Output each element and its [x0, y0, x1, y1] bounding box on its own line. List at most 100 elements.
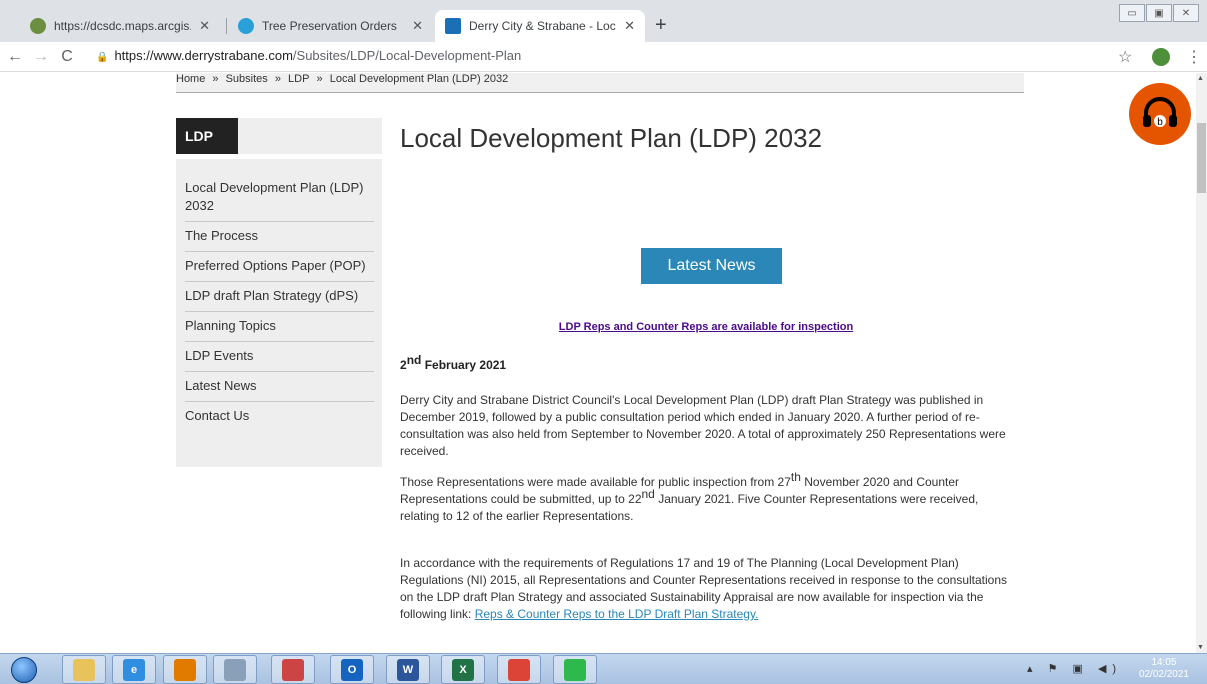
back-icon[interactable]: ←	[4, 48, 26, 66]
latest-news-button[interactable]: Latest News	[641, 248, 782, 284]
breadcrumb-ldp[interactable]: LDP	[288, 73, 309, 85]
clock-date: 02/02/2021	[1138, 669, 1189, 680]
tab-title: https://dcsdc.maps.arcgis.com/ap	[54, 19, 191, 33]
close-tab-icon[interactable]: ✕	[624, 18, 635, 34]
outlook-icon: O	[341, 658, 363, 681]
tab-title: Derry City & Strabane - Local De	[469, 19, 616, 33]
taskbar-app-button[interactable]	[497, 655, 541, 684]
taskbar-app-button[interactable]	[62, 655, 106, 684]
minimize-icon[interactable]: ▭	[1119, 4, 1145, 22]
ordinal-suffix: nd	[641, 487, 655, 501]
sidebar-item-pop[interactable]: Preferred Options Paper (POP)	[185, 252, 374, 282]
menu-icon[interactable]: ⋮	[1186, 47, 1202, 67]
taskbar-app-button[interactable]: X	[441, 655, 485, 684]
date-rest: February 2021	[424, 358, 507, 372]
system-tray: ▴ ⚑ ▣ ◀) 14:05 02/02/2021	[1007, 654, 1207, 684]
svg-text:b: b	[1157, 117, 1163, 128]
sidebar-heading: LDP	[176, 118, 238, 154]
chrome-icon	[508, 658, 530, 681]
page-scrollbar[interactable]: ▲ ▼	[1196, 73, 1207, 653]
reps-counter-reps-link[interactable]: Reps & Counter Reps to the LDP Draft Pla…	[475, 607, 759, 621]
sidebar-nav: Local Development Plan (LDP) 2032 The Pr…	[176, 159, 382, 467]
breadcrumb-sep: »	[274, 73, 281, 85]
close-tab-icon[interactable]: ✕	[412, 18, 423, 34]
new-tab-button[interactable]: +	[655, 15, 667, 35]
date-day: 2	[400, 358, 407, 372]
update-icon	[564, 658, 586, 681]
sidebar-item-planning-topics[interactable]: Planning Topics	[185, 312, 374, 342]
sidebar-item-process[interactable]: The Process	[185, 222, 374, 252]
taskbar-app-button[interactable]: W	[386, 655, 430, 684]
sidebar-item-latest-news[interactable]: Latest News	[185, 372, 374, 402]
extension-icon[interactable]	[1152, 48, 1170, 66]
tab-title: Tree Preservation Orders	[262, 19, 397, 33]
sidebar-item-contact[interactable]: Contact Us	[185, 402, 374, 431]
reps-inspection-link[interactable]: LDP Reps and Counter Reps are available …	[400, 321, 1012, 333]
paragraph-publication: Derry City and Strabane District Council…	[400, 393, 1006, 458]
date-suffix: nd	[406, 353, 422, 367]
bookmark-star-icon[interactable]: ☆	[1118, 47, 1132, 67]
breadcrumb: Home » Subsites » LDP » Local Developmen…	[176, 73, 1024, 93]
page-viewport: Home » Subsites » LDP » Local Developmen…	[0, 73, 1196, 653]
breadcrumb-sep: »	[212, 73, 219, 85]
breadcrumb-subsites[interactable]: Subsites	[226, 73, 268, 85]
ie-icon: e	[123, 658, 145, 681]
lock-icon: 🔒	[96, 52, 109, 63]
breadcrumb-sep: »	[316, 73, 323, 85]
breadcrumb-current: Local Development Plan (LDP) 2032	[329, 73, 509, 85]
tray-icons[interactable]: ▴ ⚑ ▣ ◀)	[1027, 662, 1122, 675]
windows-orb-icon	[11, 656, 37, 683]
news-date: 2nd February 2021	[400, 353, 506, 372]
paragraph-representations: Those Representations were made availabl…	[400, 471, 1012, 525]
scroll-thumb[interactable]	[1197, 123, 1206, 193]
scroll-down-icon[interactable]: ▼	[1197, 644, 1204, 651]
reload-icon[interactable]: C	[56, 48, 78, 66]
tab-separator	[226, 18, 227, 34]
excel-icon: X	[452, 658, 474, 681]
globe-icon	[30, 18, 46, 34]
close-icon[interactable]: ✕	[1173, 4, 1199, 22]
word-icon: W	[397, 658, 419, 681]
snipping-icon	[282, 658, 304, 681]
sidebar-item-dps[interactable]: LDP draft Plan Strategy (dPS)	[185, 282, 374, 312]
clock[interactable]: 14:05 02/02/2021	[1139, 657, 1189, 681]
close-tab-icon[interactable]: ✕	[199, 18, 210, 34]
media-icon	[174, 658, 196, 681]
browser-toolbar: ← → C 🔒 https://www.derrystrabane.com/Sub…	[0, 42, 1207, 72]
tab-tree-preservation[interactable]: Tree Preservation Orders ✕	[228, 10, 433, 42]
start-button[interactable]	[4, 655, 44, 684]
sidebar-heading-bar: LDP	[176, 118, 382, 154]
site-icon	[238, 18, 254, 34]
page-title: Local Development Plan (LDP) 2032	[400, 123, 823, 153]
paragraph-regulations: In accordance with the requirements of R…	[400, 555, 1012, 623]
tab-derry-strabane[interactable]: Derry City & Strabane - Local De ✕	[435, 10, 645, 42]
breadcrumb-home[interactable]: Home	[176, 73, 205, 85]
explorer-icon	[73, 658, 95, 681]
scroll-up-icon[interactable]: ▲	[1197, 75, 1204, 82]
address-bar[interactable]: 🔒 https://www.derrystrabane.com/Subsites/…	[96, 48, 521, 63]
taskbar-app-button[interactable]	[553, 655, 597, 684]
window-controls: ▭ ▣ ✕	[1118, 4, 1199, 22]
headphones-icon: b	[1143, 97, 1177, 128]
text: Those Representations were made availabl…	[400, 475, 791, 489]
windows-taskbar: e O W X ▴ ⚑ ▣ ◀) 14:05 02/02/2021	[0, 653, 1207, 684]
taskbar-app-button[interactable]	[163, 655, 207, 684]
url-host: https://www.derrystrabane.com	[114, 48, 293, 63]
taskbar-app-button[interactable]: e	[112, 655, 156, 684]
tab-arcgis[interactable]: https://dcsdc.maps.arcgis.com/ap ✕	[20, 10, 220, 42]
sidebar-item-ldp-2032[interactable]: Local Development Plan (LDP) 2032	[185, 174, 374, 222]
forward-icon[interactable]: →	[30, 48, 52, 66]
maximize-icon[interactable]: ▣	[1146, 4, 1172, 22]
taskbar-app-button[interactable]	[213, 655, 257, 684]
ordinal-suffix: th	[790, 470, 801, 484]
taskbar-app-button[interactable]: O	[330, 655, 374, 684]
calculator-icon	[224, 658, 246, 681]
sidebar-item-events[interactable]: LDP Events	[185, 342, 374, 372]
taskbar-app-button[interactable]	[271, 655, 315, 684]
tab-strip: https://dcsdc.maps.arcgis.com/ap ✕ Tree …	[0, 0, 1207, 42]
audio-accessibility-button[interactable]: b	[1129, 83, 1191, 145]
site-icon	[445, 18, 461, 34]
clock-time: 14:05	[1151, 657, 1177, 668]
main-content: Local Development Plan (LDP) 2032 Latest…	[400, 121, 1012, 621]
url-path: /Subsites/LDP/Local-Development-Plan	[292, 48, 522, 63]
